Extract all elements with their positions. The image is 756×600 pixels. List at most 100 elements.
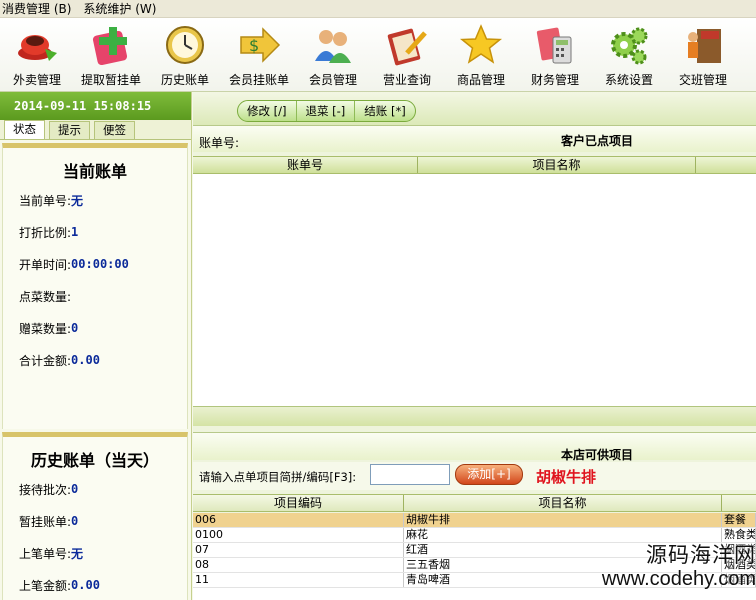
toolbar-label: 交班管理 [678, 73, 727, 87]
history-bill-row: 上笔单号: 无 [3, 537, 187, 569]
account-number-label: 账单号: [199, 136, 240, 150]
discount-rate: 1 [71, 225, 79, 239]
row-label: 暂挂账单: [19, 514, 72, 529]
retrieve-pending-icon [89, 23, 133, 67]
selected-item-name: 胡椒牛排 [536, 468, 597, 486]
pending-bills: 0 [71, 514, 79, 528]
item-code-prompt: 请输入点单项目简拼/编码[F3]: [199, 470, 357, 484]
menu-consumption[interactable]: 消费管理 (B) [2, 0, 71, 17]
toolbar-label: 会员管理 [308, 73, 357, 87]
left-panel: 2014-09-11 15:08:15 状态 提示 便签 当前账单 当前单号: 无… [0, 92, 192, 600]
checkout-button[interactable]: 结账 [*] [355, 101, 414, 121]
datetime-display: 2014-09-11 15:08:15 [0, 92, 191, 120]
right-panel: 修改 [/] 退菜 [-] 结账 [*] 账单号: 客户已点项目 账单号 项目名… [193, 92, 756, 600]
toolbar-label: 历史账单 [160, 73, 209, 87]
item-code: 08 [193, 558, 404, 572]
member-credit-icon: $ [237, 23, 281, 67]
item-code-input[interactable] [370, 464, 450, 485]
business-query-icon [385, 23, 429, 67]
current-bill-row: 点菜数量: [3, 280, 187, 312]
add-item-button[interactable]: 添加[+] [455, 464, 523, 485]
toolbar-finance-button[interactable]: 财务管理 [522, 18, 588, 91]
total-amount: 0.00 [71, 353, 100, 367]
ordered-items-title: 客户已点项目 [561, 134, 634, 148]
toolbar-history-bills-button[interactable]: 历史账单 [152, 18, 218, 91]
ordered-items-header: 账单号: 客户已点项目 [193, 126, 756, 152]
order-action-bar: 修改 [/] 退菜 [-] 结账 [*] [193, 92, 756, 126]
members-icon [311, 23, 355, 67]
table-row[interactable]: 0100 麻花 熟食类 [193, 528, 756, 543]
table-row[interactable]: 006 胡椒牛排 套餐 [193, 513, 756, 528]
toolbar-label: 外卖管理 [12, 73, 61, 87]
current-bill-title: 当前账单 [62, 162, 127, 181]
column-header[interactable]: 项目名称 [418, 157, 696, 173]
toolbar-label: 会员挂账单 [228, 73, 289, 87]
column-header[interactable] [722, 495, 756, 511]
toolbar-label: 提取暂挂单 [80, 73, 141, 87]
history-bill-row: 接待批次: 0 [3, 473, 187, 505]
current-bill-row: 开单时间: 00:00:00 [3, 248, 187, 280]
column-header[interactable]: 项目名称 [404, 495, 722, 511]
toolbar-label: 财务管理 [530, 73, 579, 87]
ordered-items-table-header: 账单号 项目名称 [193, 156, 756, 174]
toolbar-settings-button[interactable]: 系统设置 [596, 18, 662, 91]
available-items-table: 006 胡椒牛排 套餐 0100 麻花 熟食类 07 红酒 烟酒类 08 三五香… [193, 513, 756, 600]
toolbar-members-button[interactable]: 会员管理 [300, 18, 366, 91]
toolbar-takeout-button[interactable]: 外卖管理 [4, 18, 70, 91]
return-dish-button[interactable]: 退菜 [-] [297, 101, 356, 121]
toolbar-business-query-button[interactable]: 营业查询 [374, 18, 440, 91]
item-code: 0100 [193, 528, 404, 542]
row-label: 打折比例: [19, 225, 72, 240]
item-name: 红酒 [404, 543, 722, 557]
tab-status[interactable]: 状态 [4, 120, 45, 139]
order-action-buttons: 修改 [/] 退菜 [-] 结账 [*] [237, 100, 416, 122]
column-header[interactable]: 项目编码 [193, 495, 404, 511]
toolbar-products-button[interactable]: 商品管理 [448, 18, 514, 91]
table-row[interactable]: 11 青岛啤酒 烟酒类 [193, 573, 756, 588]
history-clock-icon [163, 23, 207, 67]
row-label: 合计金额: [19, 353, 72, 368]
tab-notes[interactable]: 便签 [94, 121, 135, 139]
reception-batches: 0 [71, 482, 79, 496]
row-label: 开单时间: [19, 257, 72, 272]
ordered-items-scrollbar[interactable] [193, 406, 756, 426]
modify-button[interactable]: 修改 [/] [238, 101, 297, 121]
item-code: 006 [193, 513, 404, 527]
ordered-items-table[interactable] [193, 174, 756, 406]
toolbar-retrieve-pending-button[interactable]: 提取暂挂单 [78, 18, 144, 91]
column-header[interactable]: 账单号 [193, 157, 418, 173]
menu-system-maintenance[interactable]: 系统维护 (W) [83, 0, 156, 17]
item-type: 烟酒类 [724, 573, 756, 587]
history-bill-row: 上笔金额: 0.00 [3, 569, 187, 600]
item-type: 烟酒类 [724, 558, 756, 572]
current-bill-row: 合计金额: 0.00 [3, 344, 187, 376]
row-label: 赠菜数量: [19, 321, 72, 336]
last-bill-amount: 0.00 [71, 578, 100, 592]
available-items-header: 本店可供项目 [193, 432, 756, 462]
column-header[interactable] [696, 157, 756, 173]
item-code: 11 [193, 573, 404, 587]
toolbar-label: 系统设置 [604, 73, 653, 87]
gift-quantity: 0 [71, 321, 79, 335]
history-bill-row: 暂挂账单: 0 [3, 505, 187, 537]
current-bill-row: 赠菜数量: 0 [3, 312, 187, 344]
main-toolbar: 外卖管理 提取暂挂单 历史账单 $ 会员挂账单 会员管理 营业查询 商品管理 财… [0, 18, 756, 92]
toolbar-member-credit-button[interactable]: $ 会员挂账单 [226, 18, 292, 91]
item-type: 熟食类 [724, 528, 756, 542]
open-time: 00:00:00 [71, 257, 129, 271]
available-items-table-header: 项目编码 项目名称 [193, 494, 756, 512]
row-label: 点菜数量: [19, 289, 72, 304]
product-star-icon [459, 23, 503, 67]
row-label: 接待批次: [19, 482, 72, 497]
history-bill-title: 历史账单（当天） [30, 451, 159, 470]
table-row[interactable]: 07 红酒 烟酒类 [193, 543, 756, 558]
toolbar-shift-button[interactable]: 交班管理 [670, 18, 736, 91]
history-bill-panel: 历史账单（当天） 接待批次: 0 暂挂账单: 0 上笔单号: 无 上笔金额: 0.00 [2, 432, 188, 600]
toolbar-label: 营业查询 [382, 73, 431, 87]
tab-hints[interactable]: 提示 [49, 121, 90, 139]
item-name: 青岛啤酒 [404, 573, 722, 587]
row-label: 上笔单号: [19, 546, 72, 561]
last-bill-number: 无 [71, 546, 84, 561]
table-row[interactable]: 08 三五香烟 烟酒类 [193, 558, 756, 573]
toolbar-label: 商品管理 [456, 73, 505, 87]
